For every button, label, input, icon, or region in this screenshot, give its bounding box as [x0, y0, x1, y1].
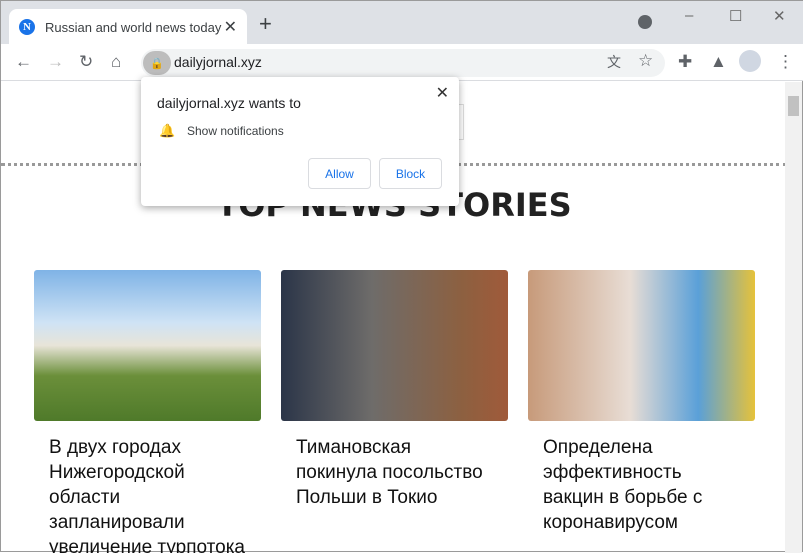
news-image[interactable]: [34, 270, 261, 421]
new-tab-button[interactable]: +: [259, 11, 272, 37]
bookmark-star-icon[interactable]: ☆: [638, 51, 653, 71]
tab-title: Russian and world news today: [45, 19, 222, 35]
maximize-button[interactable]: ☐: [729, 7, 742, 25]
url-text[interactable]: dailyjornal.xyz: [174, 54, 262, 70]
news-card[interactable]: Определена эффективность вакцин в борьбе…: [528, 270, 755, 535]
news-title[interactable]: Тимановская покинула посольство Польши в…: [296, 435, 493, 510]
labs-flask-icon[interactable]: ▲: [710, 52, 727, 72]
minimize-button[interactable]: –: [685, 7, 693, 24]
active-tab[interactable]: N Russian and world news today ✕: [9, 9, 247, 45]
close-tab-icon[interactable]: ✕: [224, 17, 237, 37]
block-button[interactable]: Block: [379, 158, 442, 189]
site-favicon: N: [19, 19, 35, 35]
back-icon[interactable]: ←: [15, 52, 32, 72]
toolbar: ← → ↻ ⌂ 🔒 dailyjornal.xyz 文 ☆ ✚ ▲ ⋮: [1, 44, 803, 81]
bell-icon: 🔔: [159, 123, 176, 138]
address-bar[interactable]: 🔒 dailyjornal.xyz 文 ☆: [141, 49, 665, 77]
extensions-icon[interactable]: ✚: [678, 52, 692, 72]
lock-icon[interactable]: 🔒: [143, 51, 171, 75]
menu-icon[interactable]: ⋮: [777, 52, 794, 72]
home-icon[interactable]: ⌂: [111, 52, 121, 72]
scrollbar-thumb[interactable]: [788, 96, 799, 116]
popup-title: dailyjornal.xyz wants to: [157, 95, 301, 111]
forward-icon[interactable]: →: [47, 52, 64, 72]
news-image[interactable]: [281, 270, 508, 421]
news-card[interactable]: В двух городах Нижегородской области зап…: [34, 270, 261, 553]
tab-strip: N Russian and world news today ✕ + – ☐ ✕: [1, 1, 803, 45]
news-title[interactable]: В двух городах Нижегородской области зап…: [49, 435, 246, 553]
permission-text: Show notifications: [187, 124, 284, 138]
notification-permission-popup: dailyjornal.xyz wants to ✕ 🔔 Show notifi…: [141, 77, 459, 206]
scrollbar[interactable]: [785, 82, 802, 553]
translate-icon[interactable]: 文: [607, 52, 621, 72]
news-card[interactable]: Тимановская покинула посольство Польши в…: [281, 270, 508, 510]
reload-icon[interactable]: ↻: [79, 52, 93, 72]
profile-avatar-icon[interactable]: [739, 50, 761, 72]
news-title[interactable]: Определена эффективность вакцин в борьбе…: [543, 435, 740, 535]
close-window-button[interactable]: ✕: [773, 7, 786, 25]
allow-button[interactable]: Allow: [308, 158, 371, 189]
news-image[interactable]: [528, 270, 755, 421]
close-icon[interactable]: ✕: [436, 83, 449, 103]
tab-search-icon[interactable]: [638, 15, 652, 29]
